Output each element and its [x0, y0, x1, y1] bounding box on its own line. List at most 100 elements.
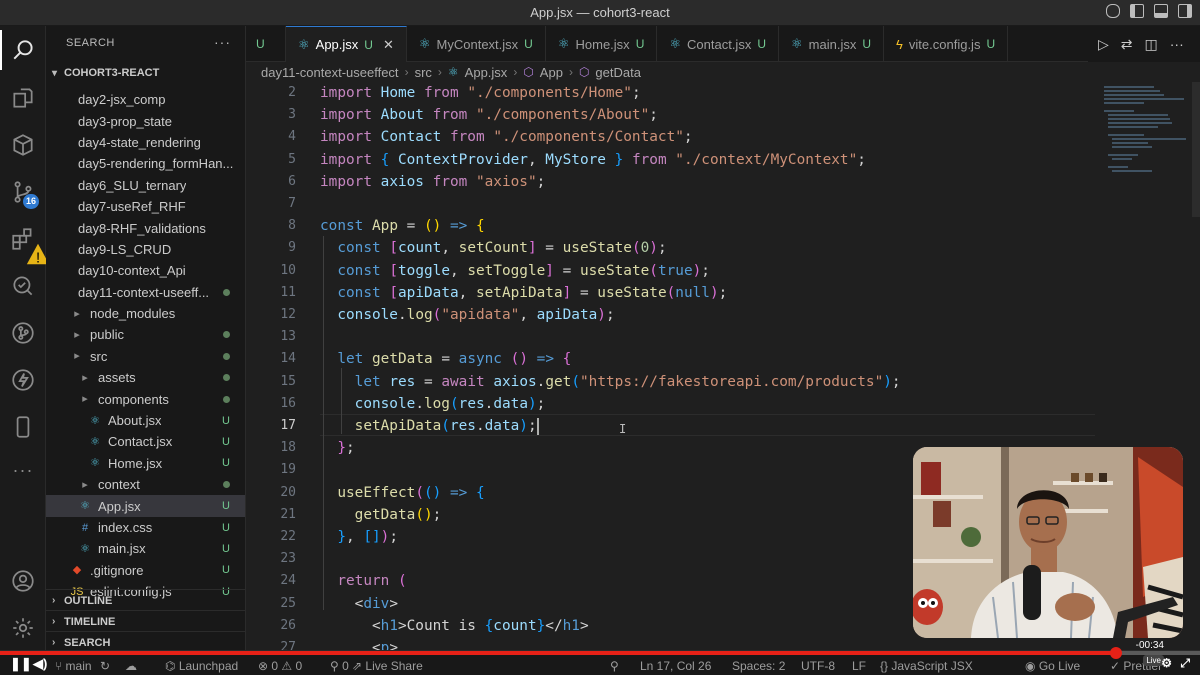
volume-icon[interactable]: ◀): [33, 656, 47, 672]
video-progress-handle[interactable]: [1110, 647, 1122, 659]
liveshare-status[interactable]: ⇗ Live Share: [352, 659, 423, 673]
extensions-icon[interactable]: !: [0, 219, 50, 266]
line-number: 20: [280, 484, 296, 500]
video-settings-gear-icon[interactable]: ⚙: [1161, 656, 1172, 670]
editor-tab[interactable]: ⚛ main.jsx U: [779, 26, 885, 62]
launchpad-status[interactable]: ⌬ Launchpad: [165, 659, 238, 673]
title-bar: App.jsx — cohort3-react: [0, 0, 1200, 26]
chevron-right-icon: ›: [568, 65, 573, 79]
encoding[interactable]: UTF-8: [801, 659, 835, 673]
modified-dot: [223, 374, 230, 382]
source-control-icon[interactable]: 16: [0, 172, 46, 212]
sidebar-item[interactable]: day10-context_Api: [46, 260, 245, 281]
sidebar-item[interactable]: ⚛ About.jsx U: [46, 410, 245, 431]
editor-tab[interactable]: ϟ vite.config.js U: [884, 26, 1009, 62]
split-editor-icon[interactable]: ◫: [1145, 36, 1158, 53]
video-progress-fill: [0, 651, 1116, 655]
sidebar-item[interactable]: # index.css U: [46, 517, 245, 538]
account-icon[interactable]: [0, 561, 46, 601]
sidebar-item[interactable]: day9-LS_CRUD: [46, 239, 245, 260]
editor-tab[interactable]: ⚛ Contact.jsx U: [657, 26, 779, 62]
compare-icon[interactable]: ⇄: [1121, 36, 1133, 53]
more-actions-icon[interactable]: ···: [1170, 36, 1184, 52]
breadcrumb-item[interactable]: getData: [595, 65, 641, 80]
pause-icon[interactable]: ❚❚: [10, 656, 32, 672]
sidebar-more-icon[interactable]: ···: [214, 34, 231, 50]
breadcrumb-item[interactable]: App.jsx: [465, 65, 508, 80]
sidebar-item[interactable]: ⚛ Contact.jsx U: [46, 431, 245, 452]
zoom-icon[interactable]: ⚲: [610, 659, 619, 673]
sidebar-item[interactable]: ▸ src: [46, 346, 245, 367]
presenter-video-image: [913, 447, 1183, 638]
sidebar-item[interactable]: ▸ assets: [46, 367, 245, 388]
sidebar-item[interactable]: ⚛ Home.jsx U: [46, 453, 245, 474]
problems-status[interactable]: ⊗ 0 ⚠ 0: [258, 659, 302, 673]
copilot-icon[interactable]: [1106, 4, 1120, 18]
golive-label: Go Live: [1038, 659, 1081, 673]
settings-gear-icon[interactable]: [0, 608, 46, 648]
extensions-box-icon[interactable]: [0, 125, 46, 165]
timeline-section[interactable]: › TIMELINE: [46, 610, 245, 632]
branch-status[interactable]: ⑂ main: [55, 659, 92, 673]
sidebar-item[interactable]: day8-RHF_validations: [46, 217, 245, 238]
search-section[interactable]: › SEARCH: [46, 631, 245, 650]
sidebar-item[interactable]: day6_SLU_ternary: [46, 175, 245, 196]
line-number: 14: [280, 351, 296, 367]
sidebar-item-label: src: [90, 348, 108, 364]
minimap[interactable]: [1100, 82, 1200, 202]
toggle-panel-icon[interactable]: [1154, 4, 1168, 18]
tab-label: Contact.jsx: [687, 36, 752, 52]
git-graph-icon[interactable]: [0, 313, 46, 353]
vite-file-icon: ϟ: [896, 36, 903, 52]
editor-tab[interactable]: ⚛ Home.jsx U: [546, 26, 658, 62]
search-icon[interactable]: [0, 30, 46, 70]
sidebar-item[interactable]: day5-rendering_formHan...: [46, 153, 245, 174]
toggle-primary-sidebar-icon[interactable]: [1130, 4, 1144, 18]
editor-tab[interactable]: ⚛ MyContext.jsx U: [407, 26, 546, 62]
testing-icon[interactable]: [0, 266, 46, 306]
publish-icon[interactable]: ☁: [125, 659, 137, 673]
thunder-client-icon[interactable]: [0, 360, 46, 400]
sidebar-item-label: main.jsx: [98, 541, 146, 557]
chevron-right-icon: ›: [437, 65, 442, 79]
more-icon[interactable]: ···: [0, 450, 46, 490]
code-line: useEffect(() => {: [337, 484, 485, 501]
git-status: U: [222, 435, 230, 448]
editor-scrollbar[interactable]: [1192, 82, 1200, 217]
cursor-position[interactable]: Ln 17, Col 26: [640, 659, 711, 673]
sidebar-item[interactable]: day7-useRef_RHF: [46, 196, 245, 217]
sidebar-item[interactable]: ◆ .gitignore U: [46, 560, 245, 581]
indentation[interactable]: Spaces: 2: [732, 659, 785, 673]
video-progress-bar[interactable]: [0, 647, 1200, 659]
sidebar-item[interactable]: ⚛ main.jsx U: [46, 538, 245, 559]
breadcrumb-item[interactable]: src: [415, 65, 432, 80]
breadcrumb-item[interactable]: App: [540, 65, 563, 80]
sidebar-item[interactable]: ▸ node_modules: [46, 303, 245, 324]
toggle-secondary-sidebar-icon[interactable]: [1178, 4, 1192, 18]
editor-tab[interactable]: ⚛ App.jsx U ✕: [286, 26, 407, 62]
fullscreen-icon[interactable]: ⤢: [1180, 656, 1190, 671]
golive-status[interactable]: ◉ Go Live: [1025, 659, 1080, 673]
device-icon[interactable]: [0, 407, 46, 447]
sidebar-item[interactable]: ⚛ App.jsx U: [46, 495, 245, 517]
sidebar-item[interactable]: ▸ context: [46, 474, 245, 495]
sidebar-item[interactable]: day2-jsx_comp: [46, 89, 245, 110]
breadcrumb-item[interactable]: day11-context-useeffect: [261, 65, 399, 80]
close-icon[interactable]: ✕: [383, 37, 394, 53]
editor-tab[interactable]: U: [246, 26, 286, 62]
ports-icon[interactable]: ⚲ 0: [330, 659, 349, 673]
sync-icon[interactable]: ↻: [100, 659, 110, 673]
sidebar-item[interactable]: ▸ public: [46, 324, 245, 345]
sidebar-item[interactable]: day11-context-useeff...: [46, 282, 245, 303]
end-of-line[interactable]: LF: [852, 659, 866, 673]
language-mode[interactable]: {} JavaScript JSX: [880, 659, 973, 673]
sidebar-item[interactable]: ▸ components: [46, 388, 245, 409]
run-icon[interactable]: ▷: [1098, 36, 1109, 53]
explorer-icon[interactable]: [0, 78, 46, 118]
project-root[interactable]: ▾ COHORT3-REACT: [46, 62, 159, 84]
sidebar-item[interactable]: day3-prop_state: [46, 110, 245, 131]
sidebar-item[interactable]: day4-state_rendering: [46, 132, 245, 153]
react-file-icon: ⚛: [80, 542, 90, 555]
line-number: 12: [280, 307, 296, 322]
outline-section[interactable]: › OUTLINE: [46, 589, 245, 611]
